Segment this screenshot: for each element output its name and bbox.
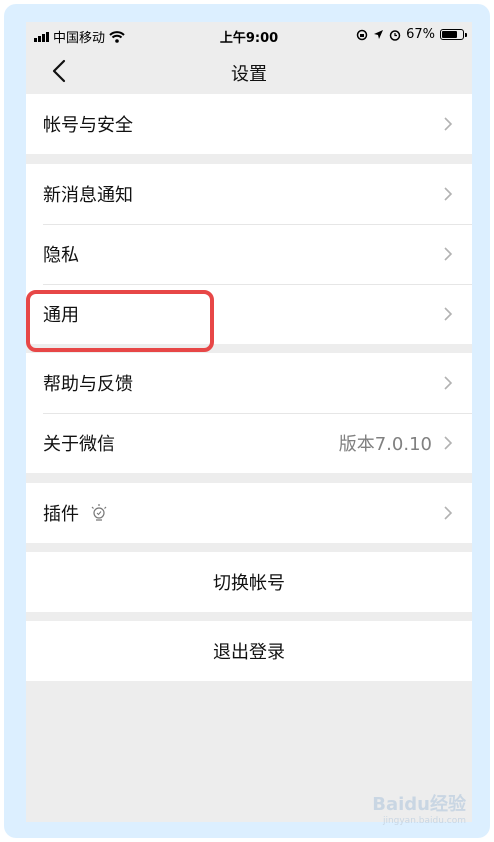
location-icon — [374, 30, 384, 39]
row-label: 新消息通知 — [43, 185, 133, 206]
chevron-right-icon — [444, 247, 453, 261]
row-privacy[interactable]: 隐私 — [26, 224, 472, 284]
chevron-right-icon — [444, 506, 453, 520]
row-plugins[interactable]: 插件 — [26, 483, 472, 543]
group-account: 帐号与安全 — [26, 94, 472, 154]
lightbulb-icon — [91, 504, 107, 521]
chevron-right-icon — [444, 187, 453, 201]
group-help: 帮助与反馈 关于微信 版本7.0.10 — [26, 353, 472, 473]
watermark-url: jingyan.baidu.com — [382, 816, 466, 826]
page-title: 设置 — [231, 64, 267, 85]
row-help-feedback[interactable]: 帮助与反馈 — [26, 353, 472, 413]
status-right: 67% — [356, 27, 467, 42]
highlight-box — [26, 290, 214, 352]
battery-percent: 67% — [406, 27, 435, 42]
row-label: 插件 — [43, 504, 79, 525]
rotation-lock-icon — [356, 29, 368, 40]
watermark: Baidu经验 jingyan.baidu.com — [372, 790, 466, 826]
row-label: 帮助与反馈 — [43, 374, 133, 395]
row-account-security[interactable]: 帐号与安全 — [26, 94, 472, 154]
group-logout: 退出登录 — [26, 621, 472, 681]
chevron-right-icon — [444, 307, 453, 321]
row-label: 帐号与安全 — [43, 115, 133, 136]
navigation-bar: 设置 — [26, 48, 472, 94]
group-switch-account: 切换帐号 — [26, 552, 472, 612]
alarm-icon — [389, 29, 401, 41]
watermark-brand: Baidu经验 — [372, 794, 466, 815]
chevron-right-icon — [444, 117, 453, 131]
chevron-right-icon — [444, 436, 453, 450]
version-value: 版本7.0.10 — [338, 434, 432, 455]
chevron-right-icon — [444, 376, 453, 390]
status-bar: 中国移动 上午9:00 67% — [26, 22, 472, 48]
group-plugins: 插件 — [26, 483, 472, 543]
row-about[interactable]: 关于微信 版本7.0.10 — [26, 413, 472, 473]
row-label: 关于微信 — [43, 434, 115, 455]
phone-screen: 中国移动 上午9:00 67% 设置 帐号与安全 新消息通知 隐私 通用 帮助与… — [26, 22, 472, 822]
logout-button[interactable]: 退出登录 — [26, 621, 472, 681]
row-label: 隐私 — [43, 245, 79, 266]
row-notifications[interactable]: 新消息通知 — [26, 164, 472, 224]
battery-icon — [440, 29, 467, 40]
switch-account-button[interactable]: 切换帐号 — [26, 552, 472, 612]
